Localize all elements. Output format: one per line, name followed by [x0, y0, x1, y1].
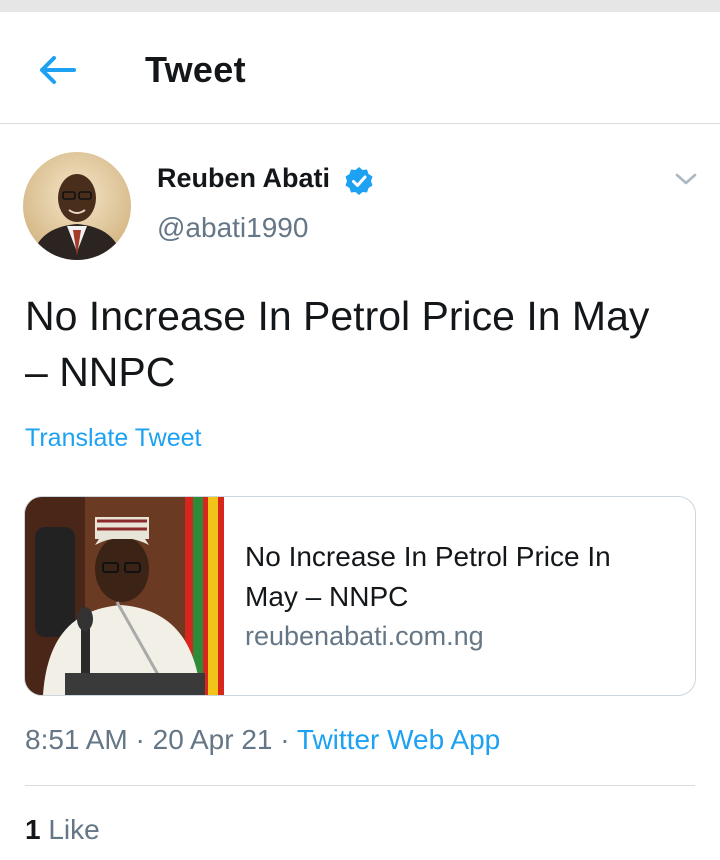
divider — [25, 785, 695, 786]
translate-tweet-link[interactable]: Translate Tweet — [25, 424, 201, 453]
tweet-source-link[interactable]: Twitter Web App — [297, 724, 500, 755]
author-handle[interactable]: @abati1990 — [157, 212, 308, 244]
likes-count: 1 — [25, 814, 41, 845]
tweet-text-line: – NNPC — [25, 349, 176, 395]
link-preview-image — [25, 497, 224, 695]
page-title: Tweet — [145, 49, 246, 90]
status-bar — [0, 0, 720, 12]
likes-count-link[interactable]: 1 Like — [25, 814, 100, 846]
tweet-meta: 8:51 AM · 20 Apr 21 · Twitter Web App — [25, 724, 500, 756]
chevron-down-icon[interactable] — [672, 168, 700, 190]
avatar[interactable] — [23, 152, 131, 260]
app-header: Tweet — [0, 12, 720, 124]
tweet-time: 8:51 AM — [25, 724, 128, 755]
meta-separator: · — [127, 724, 153, 755]
likes-label: Like — [48, 814, 100, 845]
link-preview-domain: reubenabati.com.ng — [245, 621, 484, 651]
author-display-name[interactable]: Reuben Abati — [157, 163, 330, 194]
verified-badge-icon — [345, 167, 373, 195]
back-button[interactable] — [30, 48, 82, 92]
tweet-date: 20 Apr 21 — [152, 724, 273, 755]
link-preview-card[interactable]: No Increase In Petrol Price In May – NNP… — [24, 496, 696, 696]
link-preview-title-line: No Increase In Petrol Price In — [245, 541, 611, 572]
avatar-image — [23, 152, 131, 260]
tweet-text: No Increase In Petrol Price In May – NNP… — [25, 288, 705, 400]
meta-separator: · — [272, 724, 297, 755]
link-preview-title-line: May – NNPC — [245, 581, 409, 612]
arrow-left-icon — [40, 56, 76, 84]
tweet-text-line: No Increase In Petrol Price In May — [25, 293, 650, 339]
link-preview-title: No Increase In Petrol Price In May – NNP… — [245, 537, 675, 617]
